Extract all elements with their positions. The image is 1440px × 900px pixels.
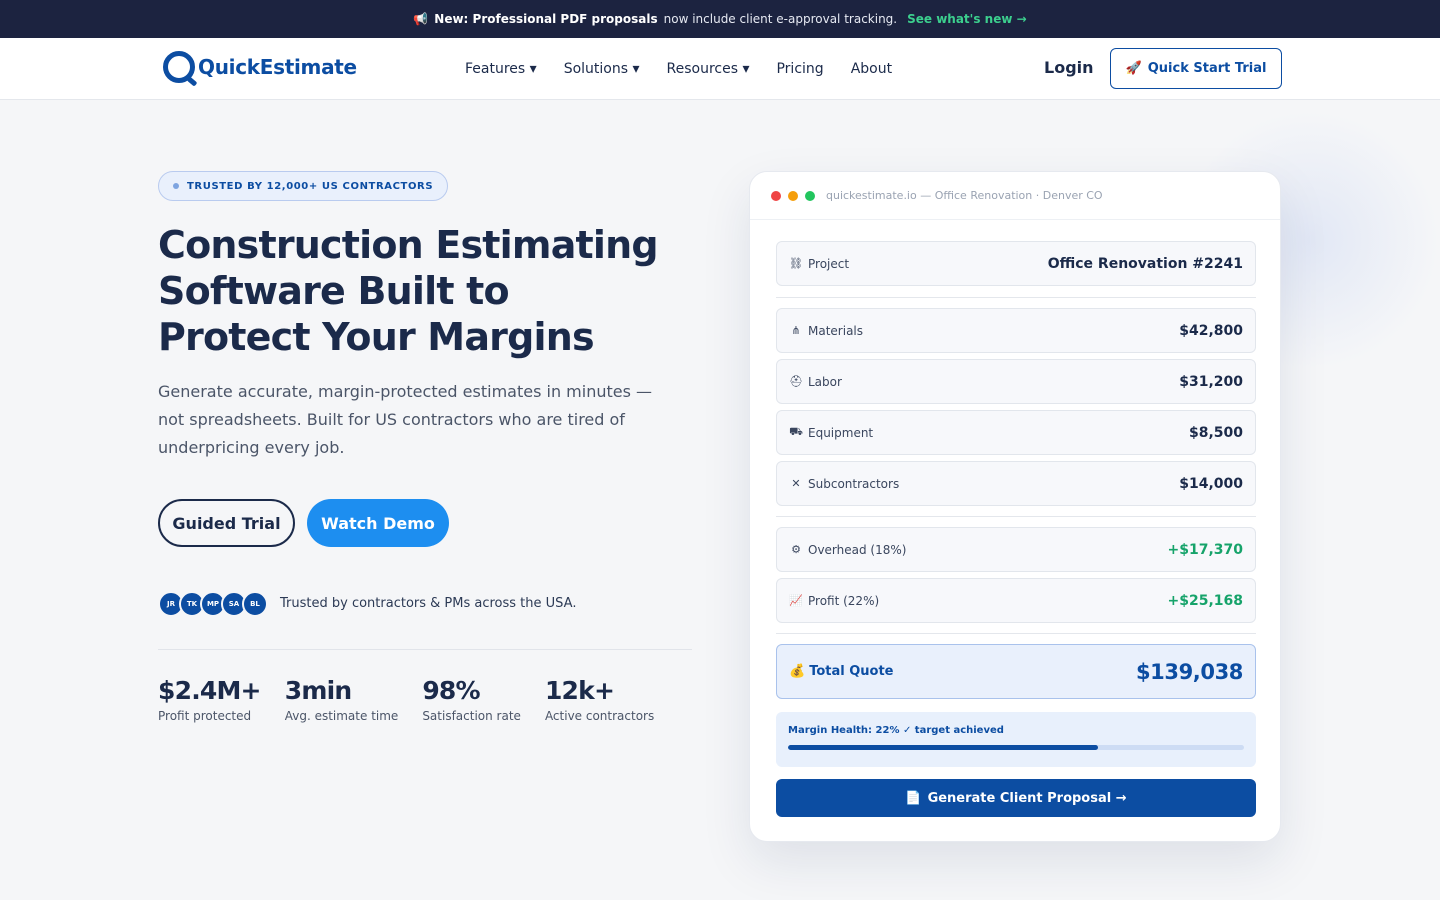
stats-divider bbox=[158, 649, 692, 650]
trust-badge: TRUSTED BY 12,000+ US CONTRACTORS bbox=[158, 171, 449, 201]
headline-line-2: Software Built to bbox=[158, 269, 510, 313]
stat-item: 12k+ Active contractors bbox=[545, 676, 654, 723]
row-value: +$25,168 bbox=[1167, 592, 1244, 609]
row-label: Subcontractors bbox=[808, 476, 900, 491]
stats-row: $2.4M+ Profit protected 3min Avg. estima… bbox=[158, 676, 654, 723]
overhead-row: ⚙ Overhead (18%) +$17,370 bbox=[776, 527, 1256, 572]
login-link[interactable]: Login bbox=[1044, 58, 1094, 77]
generate-proposal-button[interactable]: 📄 Generate Client Proposal → bbox=[776, 779, 1256, 817]
stat-label: Active contractors bbox=[544, 709, 655, 723]
divider bbox=[776, 297, 1256, 298]
announcement-bar: 📢 New: Professional PDF proposals now in… bbox=[0, 0, 1440, 38]
row-value: $14,000 bbox=[1179, 475, 1243, 492]
stat-label: Satisfaction rate bbox=[422, 709, 521, 723]
margin-health-panel: Margin Health: 22% ✓ target achieved bbox=[776, 712, 1256, 767]
row-label: Profit (22%) bbox=[808, 593, 880, 608]
menu-about[interactable]: About bbox=[851, 61, 892, 77]
truck-icon: ⛟ bbox=[789, 425, 803, 438]
row-value: +$17,370 bbox=[1167, 541, 1244, 558]
divider bbox=[776, 633, 1256, 634]
megaphone-icon: 📢 bbox=[413, 12, 429, 26]
guided-trial-button[interactable]: Guided Trial bbox=[158, 499, 295, 547]
hero-subtext: Generate accurate, margin-protected esti… bbox=[158, 382, 653, 457]
project-diagram-icon: ⛓ bbox=[789, 257, 803, 270]
stat-value: 12k+ bbox=[544, 676, 615, 705]
stat-item: 98% Satisfaction rate bbox=[422, 676, 521, 723]
logo[interactable]: QuickEstimate bbox=[163, 51, 357, 83]
hero-headline: Construction Estimating Software Built t… bbox=[158, 222, 678, 360]
profit-row: 📈 Profit (22%) +$25,168 bbox=[776, 578, 1256, 623]
generate-proposal-label: Generate Client Proposal → bbox=[927, 790, 1127, 806]
logo-q-icon bbox=[163, 51, 195, 83]
row-label: Overhead (18%) bbox=[808, 542, 907, 557]
stat-label: Avg. estimate time bbox=[284, 709, 399, 723]
announcement-text: now include client e-approval tracking. bbox=[663, 12, 898, 26]
logo-text: QuickEstimate bbox=[198, 55, 357, 79]
badge-text: TRUSTED BY 12,000+ US CONTRACTORS bbox=[187, 180, 434, 192]
money-bag-icon: 💰 bbox=[789, 664, 806, 679]
menu-pricing[interactable]: Pricing bbox=[776, 61, 823, 77]
avatar-stack: JR TK MP SA BL bbox=[158, 591, 268, 617]
headline-line-3: Protect Your Margins bbox=[158, 315, 595, 359]
row-label: Equipment bbox=[808, 425, 874, 440]
hard-hat-icon: ⛑ bbox=[789, 375, 803, 388]
navbar: QuickEstimate Features ▾ Solutions ▾ Res… bbox=[0, 38, 1440, 100]
row-label: Materials bbox=[808, 323, 864, 338]
main-menu: Features ▾ Solutions ▾ Resources ▾ Prici… bbox=[465, 38, 892, 100]
total-quote-row: 💰 Total Quote $139,038 bbox=[776, 644, 1256, 699]
row-label: Labor bbox=[808, 374, 842, 389]
window-title: quickestimate.io — Office Renovation · D… bbox=[826, 189, 1103, 202]
headline-line-1: Construction Estimating bbox=[158, 223, 659, 267]
total-label: Total Quote bbox=[809, 664, 894, 679]
stat-item: 3min Avg. estimate time bbox=[285, 676, 399, 723]
equipment-row: ⛟ Equipment $8,500 bbox=[776, 410, 1256, 455]
sitemap-icon: ⋔ bbox=[791, 324, 801, 337]
project-label: Project bbox=[808, 256, 850, 271]
badge-dot-icon bbox=[173, 183, 179, 189]
tools-icon: ✕ bbox=[791, 477, 801, 490]
see-whats-new-link[interactable]: See what's new → bbox=[907, 12, 1027, 26]
stat-value: 98% bbox=[422, 676, 480, 705]
maximize-dot-icon bbox=[805, 190, 815, 201]
row-value: $8,500 bbox=[1188, 424, 1243, 441]
subcontractors-row: ✕ Subcontractors $14,000 bbox=[776, 461, 1256, 506]
row-value: $31,200 bbox=[1179, 373, 1243, 390]
divider bbox=[776, 516, 1256, 517]
stat-item: $2.4M+ Profit protected bbox=[158, 676, 262, 723]
menu-solutions[interactable]: Solutions ▾ bbox=[564, 61, 640, 77]
watch-demo-button[interactable]: Watch Demo bbox=[307, 499, 449, 547]
labor-row: ⛑ Labor $31,200 bbox=[776, 359, 1256, 404]
announcement-bold: New: Professional PDF proposals bbox=[434, 12, 658, 26]
quick-start-trial-button[interactable]: 🚀 Quick Start Trial bbox=[1110, 48, 1282, 89]
rocket-icon: 🚀 bbox=[1125, 61, 1142, 76]
chart-line-icon: 📈 bbox=[789, 594, 803, 607]
window-titlebar: quickestimate.io — Office Renovation · D… bbox=[750, 172, 1280, 220]
project-value: Office Renovation #2241 bbox=[1047, 255, 1243, 272]
menu-features[interactable]: Features ▾ bbox=[465, 61, 537, 77]
project-row: ⛓ Project Office Renovation #2241 bbox=[776, 241, 1256, 286]
close-dot-icon bbox=[771, 190, 781, 201]
margin-progress-bar bbox=[788, 745, 1244, 750]
menu-resources[interactable]: Resources ▾ bbox=[667, 61, 750, 77]
minimize-dot-icon bbox=[788, 190, 798, 201]
materials-row: ⋔ Materials $42,800 bbox=[776, 308, 1256, 353]
gears-icon: ⚙ bbox=[791, 543, 801, 556]
margin-health-text: Margin Health: 22% ✓ target achieved bbox=[788, 725, 1004, 736]
trust-text: Trusted by contractors & PMs across the … bbox=[280, 596, 577, 611]
margin-progress-fill bbox=[788, 745, 1099, 750]
total-value: $139,038 bbox=[1135, 659, 1243, 684]
avatar: BL bbox=[242, 591, 268, 617]
row-value: $42,800 bbox=[1179, 322, 1243, 339]
estimator-window: quickestimate.io — Office Renovation · D… bbox=[749, 171, 1281, 842]
quick-start-label: Quick Start Trial bbox=[1147, 61, 1267, 76]
stat-value: 3min bbox=[284, 676, 352, 705]
stat-label: Profit protected bbox=[158, 709, 252, 723]
stat-value: $2.4M+ bbox=[158, 676, 262, 705]
document-icon: 📄 bbox=[905, 790, 922, 806]
